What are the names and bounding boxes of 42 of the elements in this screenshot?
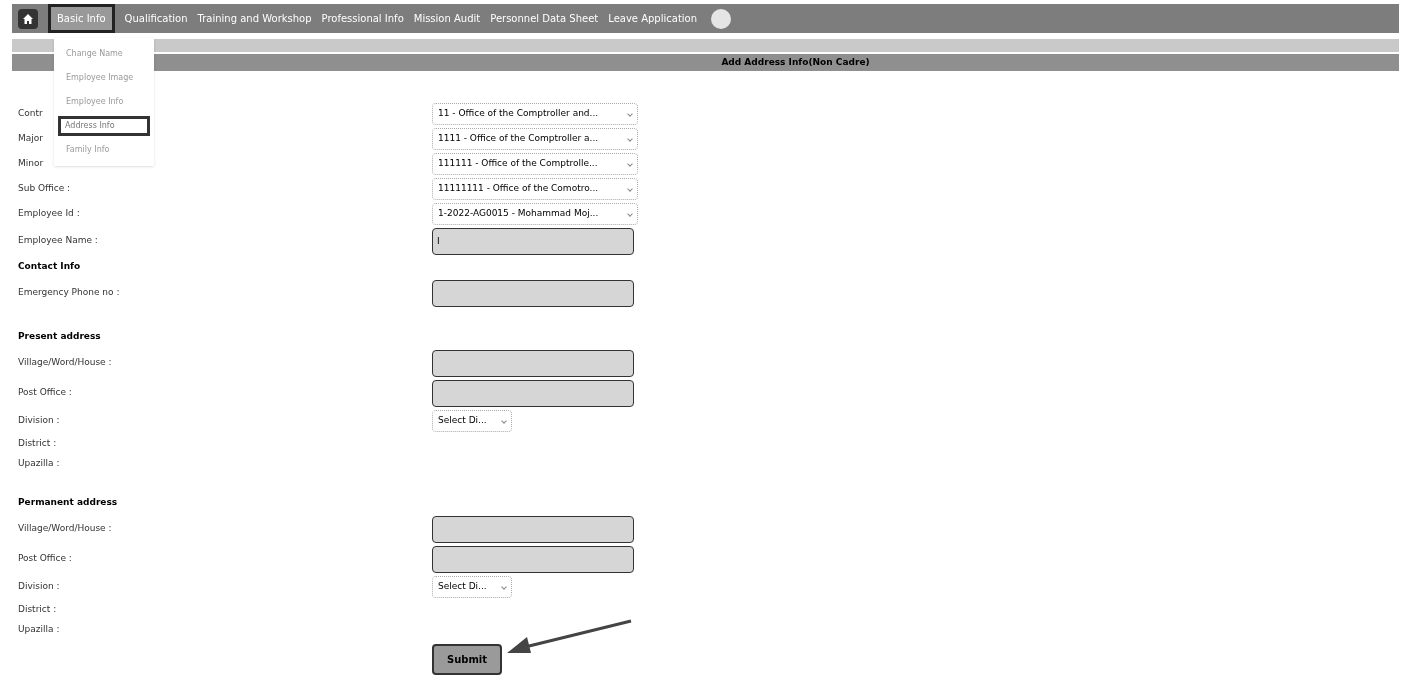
nav-tab[interactable]: Qualification xyxy=(124,11,188,26)
section-heading: Present address xyxy=(18,330,101,344)
input-field[interactable] xyxy=(432,545,634,573)
field-label: Village/Word/House : xyxy=(18,356,112,370)
input-field[interactable] xyxy=(432,279,634,307)
home-icon[interactable] xyxy=(18,8,38,29)
field-label: Contr xyxy=(18,106,43,120)
field-label: Employee Id : xyxy=(18,206,80,220)
nav-tab[interactable]: Training and Workshop xyxy=(197,11,312,26)
input-field[interactable] xyxy=(432,379,634,407)
menu-item[interactable]: Employee Image xyxy=(54,66,154,90)
submit-button[interactable]: Submit xyxy=(432,644,502,675)
form-title: Add Address Info(Non Cadre) xyxy=(721,55,870,69)
nav-tab[interactable]: Leave Application xyxy=(608,11,698,26)
section-heading: Contact Info xyxy=(18,260,81,274)
field-label: Division : xyxy=(18,580,60,594)
field-label: Village/Word/House : xyxy=(18,522,112,536)
menu-item[interactable]: Change Name xyxy=(54,42,154,66)
menu-item[interactable]: Employee Info xyxy=(54,90,154,114)
field-label: Minor xyxy=(18,156,44,170)
menu-item[interactable]: Family Info xyxy=(54,138,154,162)
field-label: District : xyxy=(18,603,57,617)
field-label: Major xyxy=(18,131,43,145)
input-field[interactable] xyxy=(432,515,634,543)
nav-tab[interactable]: Basic Info xyxy=(48,4,115,33)
user-avatar-icon[interactable] xyxy=(711,8,732,29)
field-label: District : xyxy=(18,437,57,451)
field-label: Emergency Phone no : xyxy=(18,286,120,300)
nav-tab[interactable]: Personnel Data Sheet xyxy=(490,11,599,26)
nav-tab[interactable]: Professional Info xyxy=(321,11,404,26)
input-field[interactable] xyxy=(432,349,634,377)
field-label: Sub Office : xyxy=(18,181,71,195)
field-label: Upazilla : xyxy=(18,457,60,471)
field-label: Post Office : xyxy=(18,386,72,400)
menu-item[interactable]: Address Info xyxy=(58,116,150,136)
section-heading: Permanent address xyxy=(18,496,118,510)
input-field[interactable]: I xyxy=(432,227,634,255)
field-label: Upazilla : xyxy=(18,623,60,637)
field-label: Employee Name : xyxy=(18,234,98,248)
field-label: Division : xyxy=(18,414,60,428)
field-label: Post Office : xyxy=(18,552,72,566)
nav-tab[interactable]: Mission Audit xyxy=(413,11,481,26)
